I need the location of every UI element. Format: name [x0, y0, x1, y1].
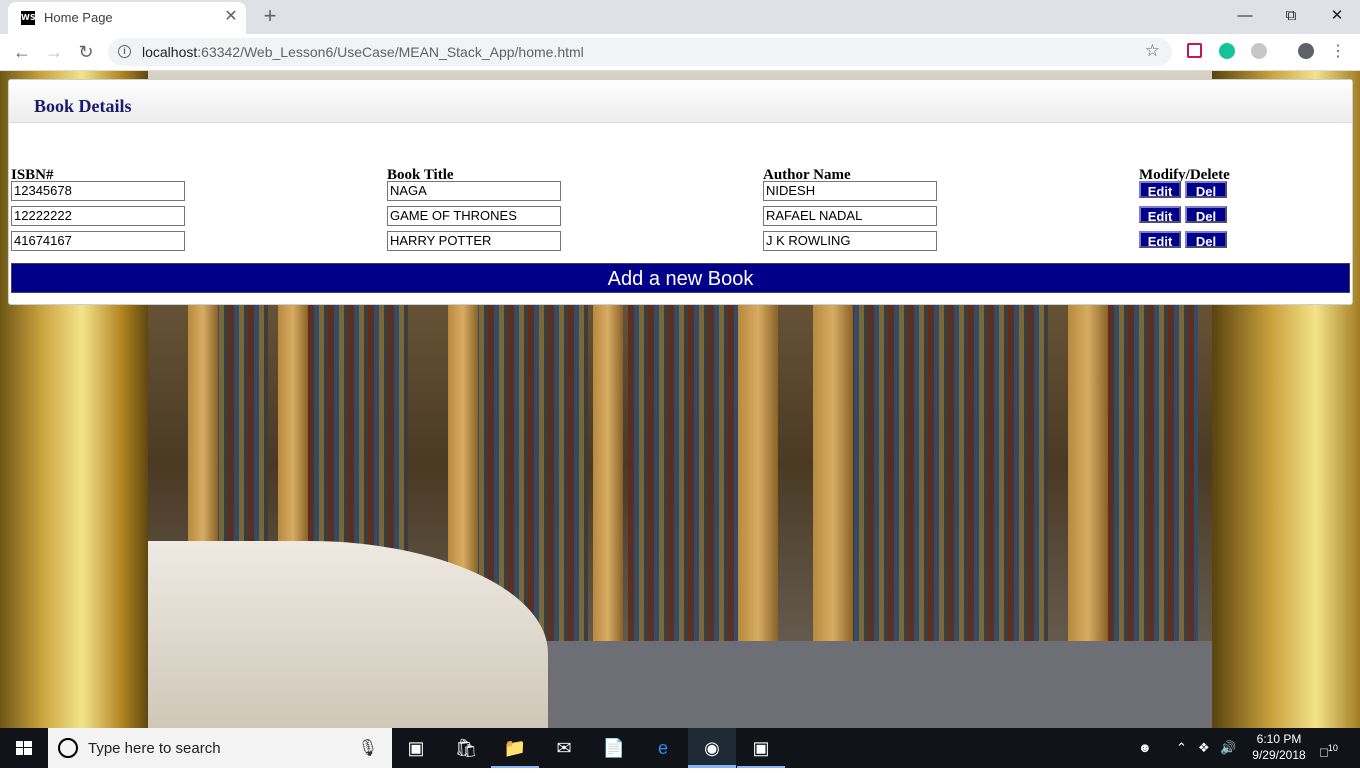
- reload-icon[interactable]: ↻: [72, 38, 100, 66]
- microphone-icon[interactable]: 🎙: [358, 738, 378, 758]
- close-window-icon[interactable]: ✕: [1314, 3, 1360, 29]
- tab-close-icon[interactable]: ✕: [222, 8, 240, 26]
- forward-icon[interactable]: →: [40, 38, 68, 66]
- title-field[interactable]: NAGA: [387, 181, 561, 201]
- file-explorer-icon[interactable]: 📁: [491, 728, 539, 768]
- mail-icon[interactable]: ✉: [540, 728, 588, 768]
- tab-title: Home Page: [44, 10, 113, 25]
- dropbox-icon[interactable]: ❖: [1198, 728, 1210, 768]
- taskbar-search-box[interactable]: Type here to search 🎙: [48, 728, 392, 768]
- edit-button[interactable]: Edit: [1139, 181, 1181, 199]
- clock-date: 9/29/2018: [1252, 748, 1306, 762]
- skype-extension-icon[interactable]: [1251, 43, 1267, 59]
- page-viewport: Book Details ISBN# Book Title Author Nam…: [0, 71, 1360, 728]
- back-icon[interactable]: ←: [8, 38, 36, 66]
- url-text: localhost:63342/Web_Lesson6/UseCase/MEAN…: [142, 44, 584, 60]
- title-field[interactable]: HARRY POTTER: [387, 231, 561, 251]
- pocket-extension-icon[interactable]: [1187, 43, 1202, 58]
- volume-icon[interactable]: 🔊: [1220, 728, 1236, 768]
- author-field[interactable]: NIDESH: [763, 181, 937, 201]
- webstorm-icon[interactable]: ▣: [737, 728, 785, 768]
- new-tab-icon[interactable]: +: [258, 4, 282, 28]
- people-icon[interactable]: ☻: [1138, 728, 1152, 768]
- delete-button[interactable]: Del: [1185, 231, 1227, 249]
- browser-tab[interactable]: WS Home Page ✕: [8, 2, 246, 34]
- edit-button[interactable]: Edit: [1139, 206, 1181, 224]
- delete-button[interactable]: Del: [1185, 181, 1227, 199]
- info-icon[interactable]: i: [118, 45, 131, 58]
- cortana-icon: [58, 738, 78, 758]
- panel-title: Book Details: [34, 96, 132, 116]
- store-icon[interactable]: 🛍: [442, 728, 490, 768]
- profile-avatar-icon[interactable]: [1298, 43, 1314, 59]
- menu-kebab-icon[interactable]: ⋮: [1324, 38, 1352, 66]
- restore-icon[interactable]: ⧉: [1268, 3, 1314, 29]
- task-view-icon[interactable]: ▣: [392, 728, 440, 768]
- edge-icon[interactable]: e: [639, 728, 687, 768]
- windows-taskbar: Type here to search 🎙 ▣ 🛍 📁 ✉ 📄 e ◉ ▣ ☻ …: [0, 728, 1360, 768]
- grammarly-extension-icon[interactable]: [1219, 43, 1235, 59]
- author-field[interactable]: RAFAEL NADAL: [763, 206, 937, 226]
- browser-toolbar: ← → ↻ i localhost:63342/Web_Lesson6/UseC…: [0, 34, 1360, 71]
- minimize-icon[interactable]: —: [1222, 3, 1268, 29]
- isbn-field[interactable]: 12345678: [11, 181, 185, 201]
- isbn-field[interactable]: 12222222: [11, 206, 185, 226]
- book-details-panel: Book Details ISBN# Book Title Author Nam…: [8, 79, 1353, 305]
- panel-header: Book Details: [9, 80, 1352, 123]
- author-field[interactable]: J K ROWLING: [763, 231, 937, 251]
- python-file-icon[interactable]: 📄: [590, 728, 638, 768]
- title-field[interactable]: GAME OF THRONES: [387, 206, 561, 226]
- isbn-field[interactable]: 41674167: [11, 231, 185, 251]
- tray-overflow-icon[interactable]: ⌃: [1176, 728, 1187, 768]
- webstorm-favicon-icon: WS: [21, 11, 36, 25]
- search-placeholder: Type here to search: [88, 740, 221, 757]
- bookmark-star-icon[interactable]: ☆: [1145, 41, 1160, 61]
- notification-count: 10: [1327, 743, 1338, 753]
- start-button[interactable]: [0, 728, 48, 768]
- system-clock[interactable]: 6:10 PM 9/29/2018: [1248, 731, 1310, 763]
- tab-strip: WS Home Page ✕ + — ⧉ ✕: [0, 0, 1360, 34]
- chrome-icon[interactable]: ◉: [688, 728, 736, 768]
- add-book-button[interactable]: Add a new Book: [11, 263, 1350, 293]
- action-center-icon[interactable]: □10: [1320, 728, 1338, 768]
- address-bar[interactable]: i localhost:63342/Web_Lesson6/UseCase/ME…: [108, 38, 1172, 66]
- floor: [520, 641, 1212, 728]
- windows-logo-icon: [16, 741, 32, 755]
- delete-button[interactable]: Del: [1185, 206, 1227, 224]
- clock-time: 6:10 PM: [1256, 732, 1302, 746]
- edit-button[interactable]: Edit: [1139, 231, 1181, 249]
